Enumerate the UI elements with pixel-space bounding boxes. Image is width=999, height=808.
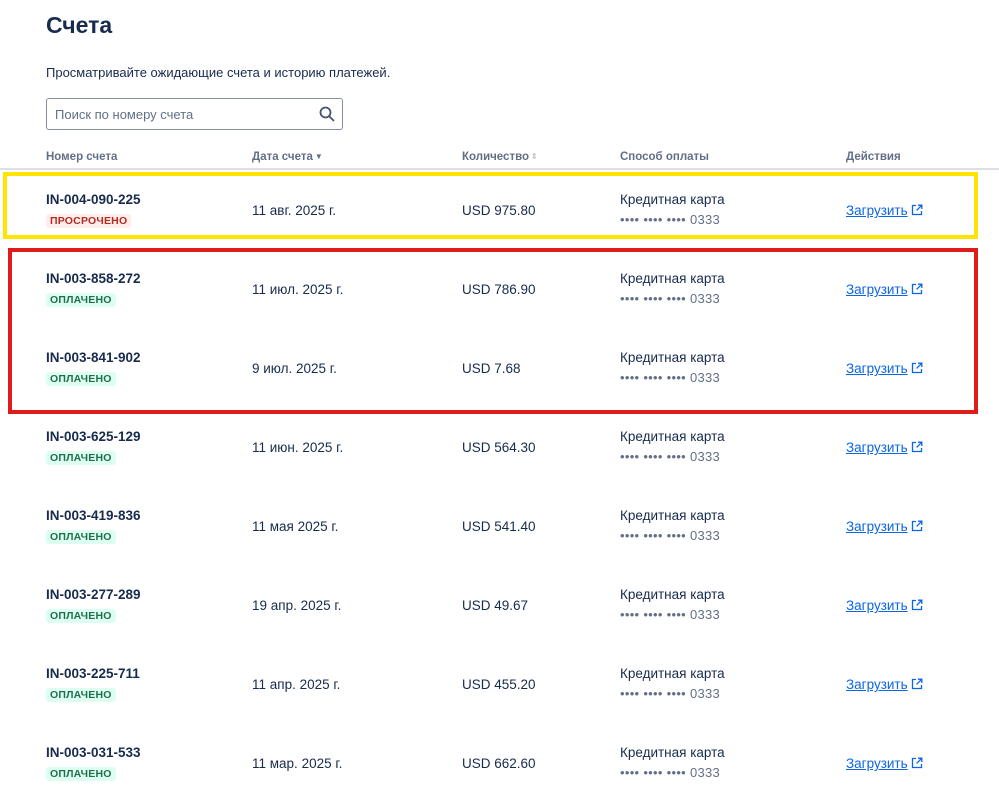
status-badge: ОПЛАЧЕНО [46, 293, 116, 307]
invoice-amount: USD 786.90 [462, 282, 536, 297]
download-link-label: Загрузить [846, 756, 908, 771]
external-link-icon [911, 757, 923, 769]
invoice-number: IN-003-841-902 [46, 350, 141, 365]
invoice-amount: USD 564.30 [462, 440, 536, 455]
sort-desc-icon: ▼ [314, 152, 323, 161]
download-link-label: Загрузить [846, 519, 908, 534]
payment-method: Кредитная карта [620, 666, 725, 681]
column-header-actions: Действия [846, 151, 901, 163]
table-row: IN-003-031-533 ОПЛАЧЕНО 11 мар. 2025 г. … [0, 725, 999, 804]
status-badge: ОПЛАЧЕНО [46, 688, 116, 702]
download-link[interactable]: Загрузить [846, 598, 923, 613]
invoice-amount: USD 49.67 [462, 598, 529, 613]
external-link-icon [911, 204, 923, 216]
masked-card-number: •••• •••• •••• 0333 [620, 686, 721, 701]
column-header-invoice-number: Номер счета [46, 151, 118, 163]
download-link-label: Загрузить [846, 440, 908, 455]
download-link-label: Загрузить [846, 361, 908, 376]
external-link-icon [911, 599, 923, 611]
masked-card-number: •••• •••• •••• 0333 [620, 765, 721, 780]
search-box [46, 98, 343, 130]
invoice-date: 11 июл. 2025 г. [252, 282, 344, 297]
invoice-number: IN-003-419-836 [46, 508, 141, 523]
table-row: IN-003-858-272 ОПЛАЧЕНО 11 июл. 2025 г. … [0, 251, 999, 330]
table-row: IN-004-090-225 ПРОСРОЧЕНО 11 авг. 2025 г… [0, 172, 999, 251]
status-badge: ОПЛАЧЕНО [46, 767, 116, 781]
download-link-label: Загрузить [846, 203, 908, 218]
status-badge: ОПЛАЧЕНО [46, 372, 116, 386]
masked-card-number: •••• •••• •••• 0333 [620, 291, 721, 306]
invoice-amount: USD 541.40 [462, 519, 536, 534]
search-icon[interactable] [312, 99, 342, 129]
column-header-invoice-date[interactable]: Дата счета ▼ [252, 151, 323, 163]
invoice-number: IN-003-225-711 [46, 666, 140, 681]
status-badge: ОПЛАЧЕНО [46, 530, 116, 544]
payment-method: Кредитная карта [620, 350, 725, 365]
external-link-icon [911, 678, 923, 690]
masked-card-number: •••• •••• •••• 0333 [620, 528, 721, 543]
invoice-amount: USD 455.20 [462, 677, 536, 692]
masked-card-number: •••• •••• •••• 0333 [620, 370, 721, 385]
download-link[interactable]: Загрузить [846, 361, 923, 376]
download-link[interactable]: Загрузить [846, 282, 923, 297]
status-badge: ОПЛАЧЕНО [46, 609, 116, 623]
invoice-date: 11 мар. 2025 г. [252, 756, 343, 771]
invoice-number: IN-003-031-533 [46, 745, 141, 760]
download-link-label: Загрузить [846, 598, 908, 613]
invoice-number: IN-004-090-225 [46, 192, 141, 207]
external-link-icon [911, 362, 923, 374]
invoice-amount: USD 975.80 [462, 203, 536, 218]
download-link[interactable]: Загрузить [846, 677, 923, 692]
payment-method: Кредитная карта [620, 587, 725, 602]
table-header: Номер счета Дата счета ▼ Количество ⇕ Спос… [0, 146, 999, 170]
invoice-date: 11 апр. 2025 г. [252, 677, 341, 692]
download-link[interactable]: Загрузить [846, 756, 923, 771]
payment-method: Кредитная карта [620, 745, 725, 760]
status-badge: ПРОСРОЧЕНО [46, 214, 132, 228]
table-row: IN-003-841-902 ОПЛАЧЕНО 9 июл. 2025 г. U… [0, 330, 999, 409]
search-input[interactable] [47, 99, 312, 129]
invoice-amount: USD 662.60 [462, 756, 536, 771]
column-header-amount-label: Количество [462, 151, 530, 163]
invoice-date: 11 авг. 2025 г. [252, 203, 337, 218]
download-link[interactable]: Загрузить [846, 440, 923, 455]
payment-method: Кредитная карта [620, 192, 725, 207]
external-link-icon [911, 283, 923, 295]
download-link-label: Загрузить [846, 282, 908, 297]
payment-method: Кредитная карта [620, 508, 725, 523]
invoice-date: 11 мая 2025 г. [252, 519, 339, 534]
invoice-number: IN-003-277-289 [46, 587, 141, 602]
table-row: IN-003-225-711 ОПЛАЧЕНО 11 апр. 2025 г. … [0, 646, 999, 725]
masked-card-number: •••• •••• •••• 0333 [620, 449, 721, 464]
column-header-amount[interactable]: Количество ⇕ [462, 151, 538, 163]
invoice-amount: USD 7.68 [462, 361, 521, 376]
column-header-payment-method: Способ оплаты [620, 151, 709, 163]
payment-method: Кредитная карта [620, 429, 725, 444]
invoice-number: IN-003-625-129 [46, 429, 141, 444]
download-link-label: Загрузить [846, 677, 908, 692]
sort-unsorted-icon: ⇕ [531, 152, 538, 161]
page-subtitle: Просматривайте ожидающие счета и историю… [46, 65, 391, 80]
status-badge: ОПЛАЧЕНО [46, 451, 116, 465]
external-link-icon [911, 520, 923, 532]
page-title: Счета [46, 12, 113, 38]
table-row: IN-003-419-836 ОПЛАЧЕНО 11 мая 2025 г. U… [0, 488, 999, 567]
download-link[interactable]: Загрузить [846, 203, 923, 218]
download-link[interactable]: Загрузить [846, 519, 923, 534]
masked-card-number: •••• •••• •••• 0333 [620, 607, 721, 622]
external-link-icon [911, 441, 923, 453]
masked-card-number: •••• •••• •••• 0333 [620, 212, 721, 227]
column-header-invoice-date-label: Дата счета [252, 151, 313, 163]
invoice-date: 11 июн. 2025 г. [252, 440, 344, 455]
table-row: IN-003-625-129 ОПЛАЧЕНО 11 июн. 2025 г. … [0, 409, 999, 488]
payment-method: Кредитная карта [620, 271, 725, 286]
invoice-date: 19 апр. 2025 г. [252, 598, 342, 613]
table-row: IN-003-277-289 ОПЛАЧЕНО 19 апр. 2025 г. … [0, 567, 999, 646]
invoice-number: IN-003-858-272 [46, 271, 141, 286]
invoice-date: 9 июл. 2025 г. [252, 361, 337, 376]
